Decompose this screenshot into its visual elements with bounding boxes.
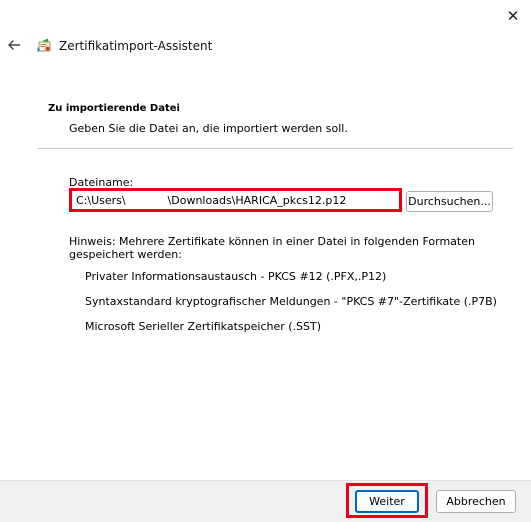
section-heading: Zu importierende Datei	[48, 103, 180, 114]
certificate-wizard-icon	[37, 38, 51, 52]
divider	[38, 148, 513, 149]
filename-input[interactable]	[69, 188, 402, 212]
back-button[interactable]	[5, 36, 23, 54]
format-item: Microsoft Serieller Zertifikatspeicher (…	[85, 320, 322, 333]
cancel-button[interactable]: Abbrechen	[436, 490, 516, 513]
back-arrow-icon	[8, 40, 20, 50]
format-item: Syntaxstandard kryptografischer Meldunge…	[85, 295, 497, 308]
close-icon: ✕	[506, 7, 520, 25]
section-subtitle: Geben Sie die Datei an, die importiert w…	[69, 122, 348, 135]
wizard-title: Zertifikatimport-Assistent	[59, 39, 213, 53]
format-note: Hinweis: Mehrere Zertifikate können in e…	[69, 235, 475, 261]
close-button[interactable]: ✕	[502, 6, 524, 26]
next-button[interactable]: Weiter	[355, 490, 419, 513]
format-item: Privater Informationsaustausch - PKCS #1…	[85, 270, 387, 283]
browse-button[interactable]: Durchsuchen...	[406, 191, 493, 212]
